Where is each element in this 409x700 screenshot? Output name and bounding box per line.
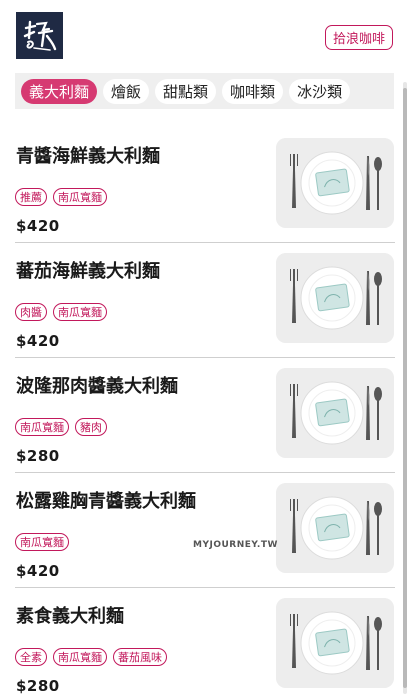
item-tags: 南瓜寬麵 豬肉 (15, 418, 107, 436)
category-tabs: 義大利麵 燴飯 甜點類 咖啡類 冰沙類 (15, 73, 394, 109)
item-price: $420 (16, 562, 60, 580)
item-tags: 肉醬 南瓜寬麵 (15, 303, 107, 321)
item-tag: 南瓜寬麵 (53, 303, 107, 321)
tab-risotto[interactable]: 燴飯 (103, 78, 150, 104)
item-tag: 肉醬 (15, 303, 47, 321)
item-tag: 豬肉 (75, 418, 107, 436)
item-tag: 推薦 (15, 188, 47, 206)
logo-calligraphy-icon[interactable] (16, 12, 63, 59)
plate-cutlery-icon[interactable] (276, 598, 394, 688)
item-title: 波隆那肉醬義大利麵 (16, 376, 178, 397)
tab-desserts[interactable]: 甜點類 (155, 78, 217, 104)
menu-item[interactable]: 青醬海鮮義大利麵 推薦 南瓜寬麵 $420 (15, 128, 395, 243)
item-tags: 全素 南瓜寬麵 蕃茄風味 (15, 648, 167, 666)
item-tags: 南瓜寬麵 (15, 533, 69, 551)
item-tags: 推薦 南瓜寬麵 (15, 188, 107, 206)
tab-smoothies[interactable]: 冰沙類 (289, 78, 351, 104)
item-title: 松露雞胸青醬義大利麵 (16, 491, 196, 512)
item-price: $280 (16, 447, 60, 465)
menu-item[interactable]: 素食義大利麵 全素 南瓜寬麵 蕃茄風味 $280 (15, 588, 395, 700)
menu-list: 青醬海鮮義大利麵 推薦 南瓜寬麵 $420 蕃茄海鮮義大利麵 肉醬 南瓜寬麵 $… (15, 128, 395, 700)
item-tag: 南瓜寬麵 (53, 188, 107, 206)
item-tag: 全素 (15, 648, 47, 666)
watermark: MYJOURNEY.TW (193, 540, 278, 550)
plate-cutlery-icon[interactable] (276, 483, 394, 573)
plate-cutlery-icon[interactable] (276, 138, 394, 228)
tab-pasta[interactable]: 義大利麵 (21, 78, 98, 104)
menu-item[interactable]: 松露雞胸青醬義大利麵 南瓜寬麵 $420 (15, 473, 395, 588)
item-price: $420 (16, 217, 60, 235)
brand-button[interactable]: 拾浪咖啡 (324, 25, 393, 50)
item-tag: 南瓜寬麵 (53, 648, 107, 666)
item-tag: 南瓜寬麵 (15, 418, 69, 436)
item-price: $280 (16, 677, 60, 695)
header: 拾浪咖啡 (0, 0, 409, 72)
scrollbar-thumb[interactable] (403, 88, 407, 688)
menu-item[interactable]: 蕃茄海鮮義大利麵 肉醬 南瓜寬麵 $420 (15, 243, 395, 358)
plate-cutlery-icon[interactable] (276, 253, 394, 343)
item-title: 青醬海鮮義大利麵 (16, 146, 160, 167)
menu-item[interactable]: 波隆那肉醬義大利麵 南瓜寬麵 豬肉 $280 (15, 358, 395, 473)
tab-coffee[interactable]: 咖啡類 (222, 78, 284, 104)
item-tag: 蕃茄風味 (113, 648, 167, 666)
item-price: $420 (16, 332, 60, 350)
item-title: 素食義大利麵 (16, 606, 124, 627)
item-title: 蕃茄海鮮義大利麵 (16, 261, 160, 282)
item-tag: 南瓜寬麵 (15, 533, 69, 551)
plate-cutlery-icon[interactable] (276, 368, 394, 458)
